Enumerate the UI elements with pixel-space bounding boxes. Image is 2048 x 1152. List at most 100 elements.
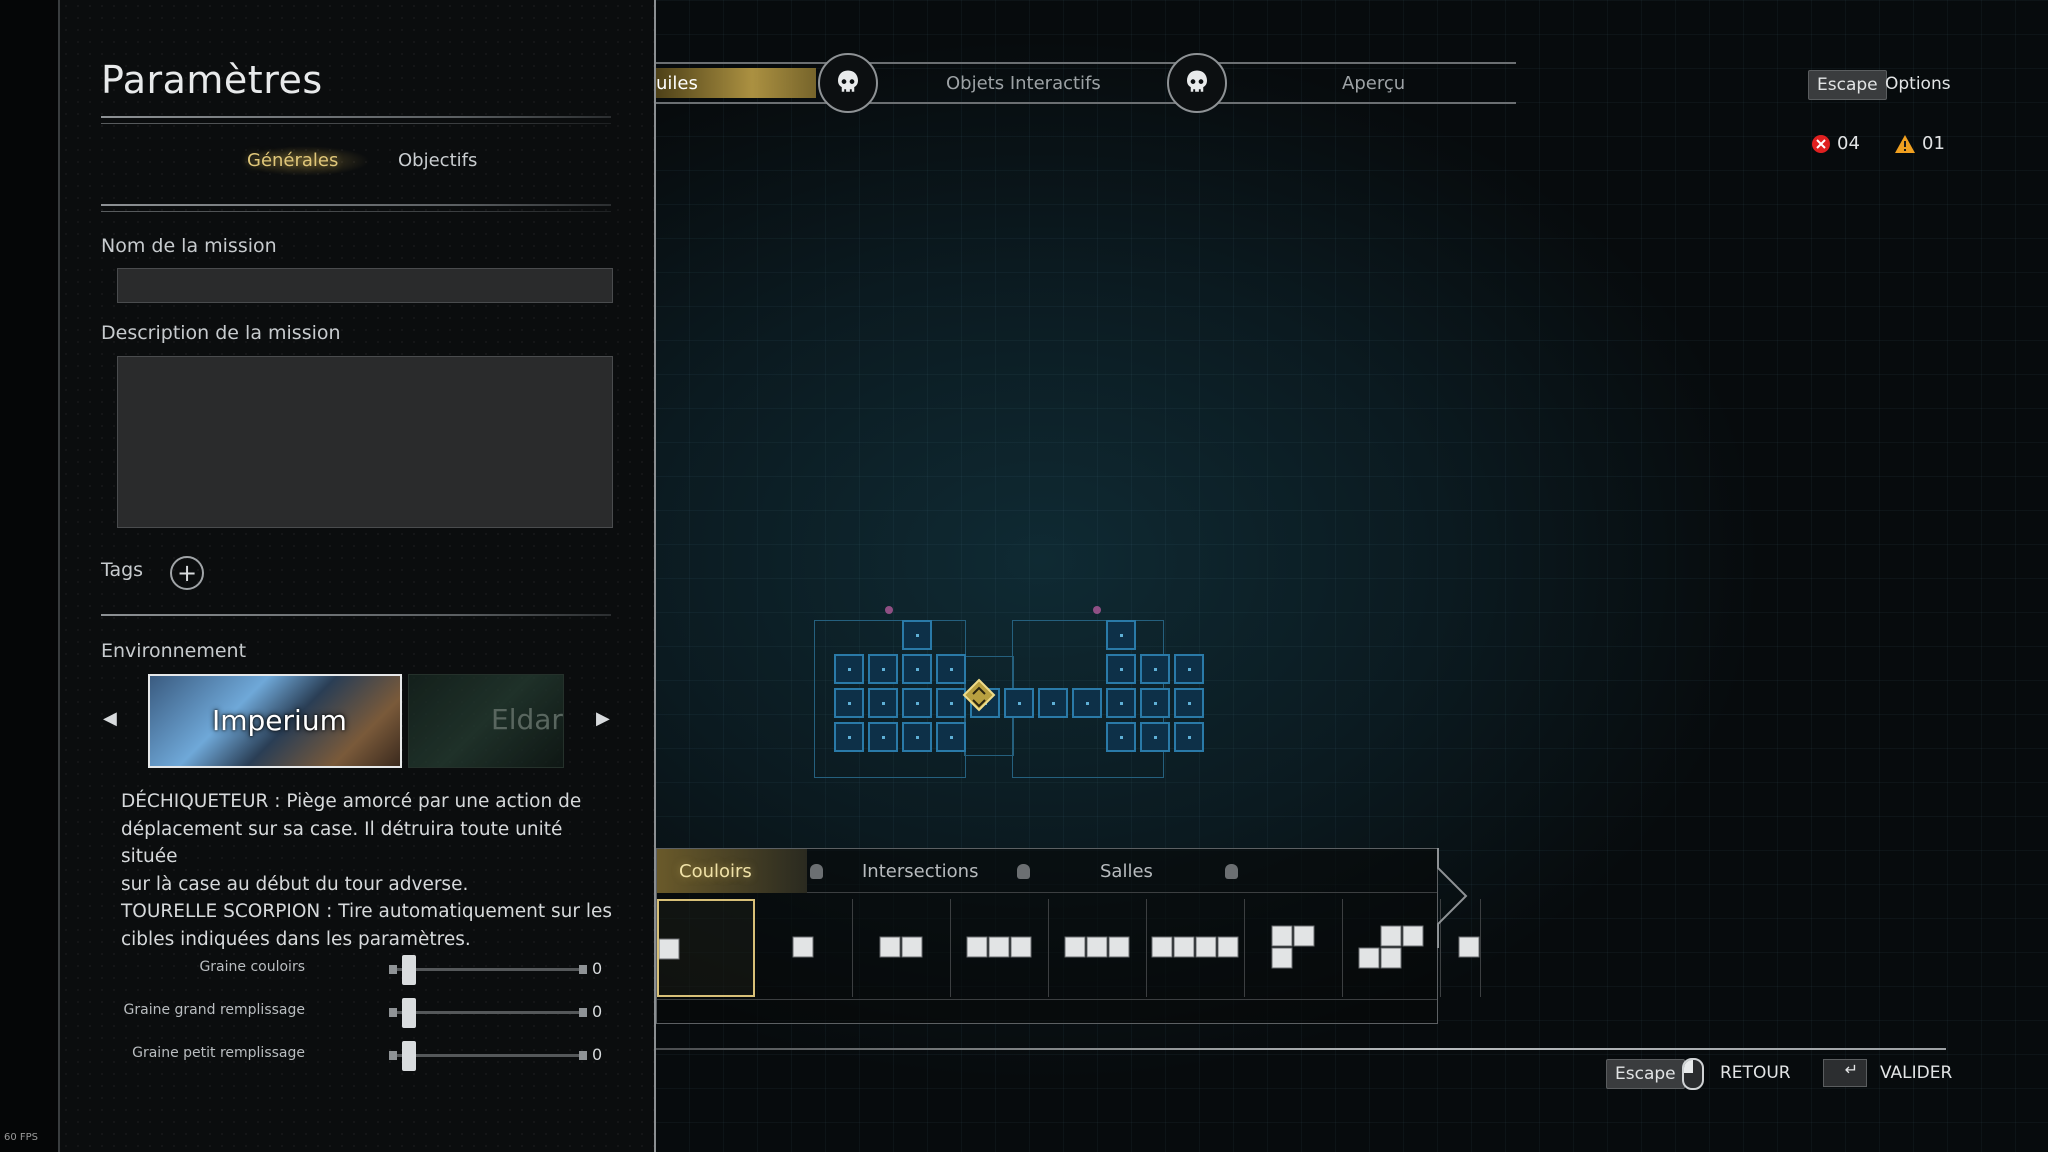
tile-square — [988, 936, 1010, 958]
environment-description: DÉCHIQUETEUR : Piège amorcé par une acti… — [121, 788, 621, 953]
warning-count-value: 01 — [1922, 133, 1945, 154]
tile-slot[interactable] — [1245, 899, 1343, 997]
slider-thumb[interactable] — [402, 955, 416, 985]
map-cell[interactable] — [1174, 654, 1204, 684]
map-cell[interactable] — [1106, 722, 1136, 752]
map-cell[interactable] — [902, 688, 932, 718]
tile-shape-icon — [792, 936, 814, 958]
tab-generales[interactable]: Générales — [247, 150, 338, 171]
palette-tab-intersections[interactable]: Intersections — [862, 861, 978, 882]
map-cell[interactable] — [834, 688, 864, 718]
map-cell[interactable] — [902, 620, 932, 650]
map-cell[interactable] — [1174, 722, 1204, 752]
tile-slot[interactable] — [657, 899, 755, 997]
slider-thumb[interactable] — [402, 1041, 416, 1071]
environment-option-imperium[interactable]: Imperium — [148, 674, 402, 768]
tile-slot[interactable] — [853, 899, 951, 997]
enter-key-icon[interactable]: ↵ — [1823, 1059, 1867, 1087]
tags-divider — [101, 614, 611, 616]
map-cell[interactable] — [834, 722, 864, 752]
map-cell[interactable] — [868, 688, 898, 718]
tile-square — [879, 936, 901, 958]
tile-square — [1380, 947, 1402, 969]
map-cell[interactable] — [1106, 688, 1136, 718]
plus-icon: + — [176, 559, 198, 587]
slider-thumb[interactable] — [402, 998, 416, 1028]
tile-square — [901, 936, 923, 958]
tile-palette: Couloirs Intersections Salles — [656, 848, 1481, 1024]
tile-square — [1402, 925, 1424, 947]
tile-square — [1108, 936, 1130, 958]
map-cell[interactable] — [1106, 620, 1136, 650]
palette-tabs: Couloirs Intersections Salles — [657, 849, 1437, 893]
tab-objectifs[interactable]: Objectifs — [398, 150, 477, 171]
skull-icon — [818, 53, 878, 113]
back-button[interactable]: RETOUR — [1720, 1063, 1791, 1083]
tile-slot[interactable] — [1049, 899, 1147, 997]
tile-square — [1217, 936, 1239, 958]
footer-divider — [656, 1048, 1946, 1050]
skull-icon — [1017, 864, 1030, 879]
tile-square — [1271, 947, 1293, 969]
palette-scroll-right-icon[interactable] — [1436, 848, 1472, 948]
map-cell[interactable] — [902, 654, 932, 684]
tab-tuiles[interactable]: uiles — [656, 73, 698, 94]
map-cell[interactable] — [1004, 688, 1034, 718]
slider-graine-petit-remplissage: Graine petit remplissage 0 — [60, 1041, 620, 1071]
warning-count[interactable]: 01 — [1894, 133, 1945, 154]
mouse-icon — [1682, 1058, 1704, 1090]
mission-map[interactable] — [812, 606, 1204, 778]
subtab-divider — [101, 204, 611, 206]
map-cell[interactable] — [868, 654, 898, 684]
map-cell[interactable] — [1140, 688, 1170, 718]
mission-name-input[interactable] — [117, 268, 613, 303]
tile-square — [1380, 925, 1402, 947]
map-cell[interactable] — [1140, 654, 1170, 684]
environment-next-arrow-icon[interactable]: ▶ — [596, 708, 610, 729]
slider-value: 0 — [592, 1002, 603, 1021]
map-cell[interactable] — [834, 654, 864, 684]
slider-track[interactable] — [389, 965, 587, 974]
tile-slot[interactable] — [1343, 899, 1441, 997]
editor-tabs: uiles Objets Interactifs Aperçu — [656, 53, 1516, 113]
map-cell[interactable] — [1106, 654, 1136, 684]
environment-prev-arrow-icon[interactable]: ◀ — [103, 708, 117, 729]
spawn-marker — [885, 606, 893, 614]
slider-track[interactable] — [389, 1008, 587, 1017]
error-count-value: 04 — [1837, 133, 1860, 154]
map-cell[interactable] — [1174, 688, 1204, 718]
tile-slot[interactable] — [951, 899, 1049, 997]
tab-apercu[interactable]: Aperçu — [1342, 73, 1405, 94]
environment-option-label: Imperium — [212, 704, 347, 737]
map-cell[interactable] — [936, 722, 966, 752]
tile-slot[interactable] — [755, 899, 853, 997]
subtab-divider-thin — [101, 211, 611, 212]
tile-square — [1293, 925, 1315, 947]
escape-key[interactable]: Escape — [1808, 70, 1887, 100]
map-cell[interactable] — [1038, 688, 1068, 718]
tab-objets-interactifs[interactable]: Objets Interactifs — [946, 73, 1101, 94]
add-tag-button[interactable]: + — [170, 556, 204, 590]
options-button[interactable]: Options — [1885, 74, 1951, 94]
map-cell[interactable] — [868, 722, 898, 752]
left-gutter — [0, 0, 60, 1152]
panel-title: Paramètres — [101, 58, 323, 102]
validate-button[interactable]: VALIDER — [1880, 1063, 1952, 1083]
tile-shape-icon — [1151, 936, 1239, 958]
error-count[interactable]: 04 — [1811, 133, 1860, 154]
palette-tab-salles[interactable]: Salles — [1100, 861, 1153, 882]
environment-option-eldar[interactable]: Eldar — [408, 674, 564, 768]
map-cell[interactable] — [1140, 722, 1170, 752]
palette-tab-couloirs[interactable]: Couloirs — [679, 861, 752, 882]
spawn-marker — [1093, 606, 1101, 614]
slider-track[interactable] — [389, 1051, 587, 1060]
tile-square — [1271, 925, 1293, 947]
tile-slot[interactable] — [1147, 899, 1245, 997]
back-escape-key[interactable]: Escape — [1606, 1059, 1685, 1089]
tile-square — [792, 936, 814, 958]
map-cell[interactable] — [902, 722, 932, 752]
mission-description-input[interactable] — [117, 356, 613, 528]
palette-footer — [657, 999, 1437, 1023]
map-cell[interactable] — [1072, 688, 1102, 718]
tile-square — [1358, 947, 1380, 969]
